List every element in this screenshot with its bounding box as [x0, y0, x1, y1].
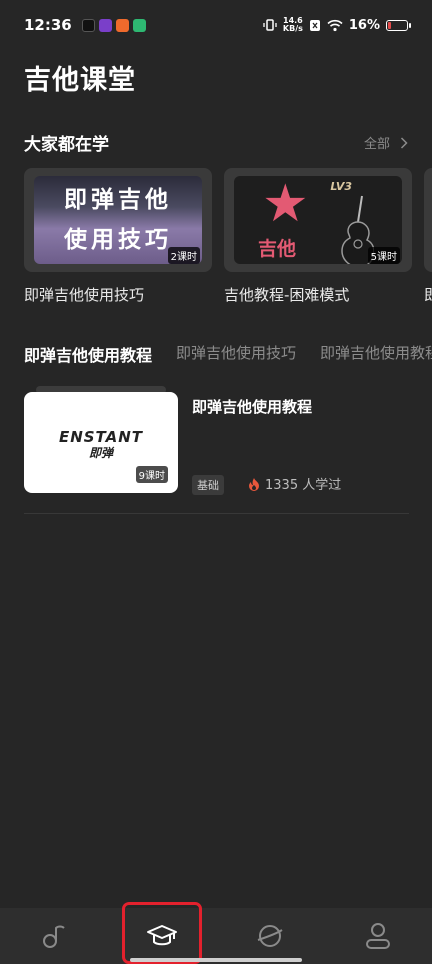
nav-discover[interactable]: [235, 908, 305, 964]
learner-count-text: 1335 人学过: [265, 478, 342, 493]
battery-icon: [386, 19, 411, 31]
level-badge: LV3: [330, 180, 352, 193]
learner-count: 1335 人学过: [248, 474, 341, 493]
chevron-right-icon: [400, 136, 408, 149]
lesson-count-badge: 2课时: [167, 247, 200, 264]
status-left: 12:36: [24, 16, 146, 34]
popular-section-header: 大家都在学 全部: [24, 130, 408, 155]
level-tag: 基础: [192, 475, 224, 495]
course-card[interactable]: ★ LV3 吉他 5课时 吉他教程-困难模式: [224, 168, 412, 308]
wifi-icon: [327, 19, 343, 31]
list-divider: [24, 513, 409, 514]
selection-highlight-box: [122, 902, 202, 964]
vibrate-icon: [263, 19, 277, 31]
music-note-icon: [43, 925, 65, 948]
tab-ensant-tutorial[interactable]: 即弹吉他使用教程: [24, 342, 152, 368]
nav-profile[interactable]: [343, 908, 413, 964]
tab-ensant-tutorial-2[interactable]: 即弹吉他使用教程: [320, 342, 432, 368]
course-card[interactable]: 即: [424, 168, 432, 308]
lesson-count-badge: 5课时: [367, 247, 400, 264]
course-title: 即弹吉他使用技巧: [24, 286, 145, 304]
profile-icon: [366, 923, 390, 949]
sim-icon: [309, 19, 320, 31]
course-list-item[interactable]: ENSTANT 即弹 9课时 即弹吉他使用教程 基础 1335 人学过: [24, 386, 408, 496]
page-title: 吉他课堂: [24, 65, 136, 96]
status-right: 14.6 KB/s 16%: [263, 17, 411, 33]
course-title: 即: [424, 286, 432, 304]
nav-music[interactable]: [19, 908, 89, 964]
battery-percent: 16%: [348, 17, 380, 33]
thumbnail-text: 吉他: [258, 238, 297, 260]
brand-logo-sub: 即弹: [88, 446, 113, 460]
star-icon: ★: [262, 176, 309, 234]
course-category-tabs: 即弹吉他使用教程 即弹吉他使用技巧 即弹吉他使用教程: [24, 342, 432, 368]
net-speed: 14.6 KB/s: [283, 17, 303, 33]
course-thumbnail: [424, 168, 432, 272]
thumbnail-text-line1: 即弹吉他: [64, 187, 172, 213]
bottom-nav: [0, 908, 432, 964]
net-speed-unit: KB/s: [282, 24, 303, 33]
lesson-count-badge: 9课时: [135, 466, 168, 483]
see-all-button[interactable]: 全部: [364, 133, 408, 152]
popular-courses-carousel[interactable]: 即弹吉他 使用技巧 2课时 即弹吉他使用技巧 ★ LV3 吉他 5课时 吉他教程…: [24, 168, 432, 308]
fire-icon: [249, 477, 259, 491]
course-thumbnail: ENSTANT 即弹 9课时: [24, 392, 178, 493]
tiktok-notification-icon: [81, 18, 95, 32]
course-thumbnail: ★ LV3 吉他 5课时: [224, 168, 412, 272]
status-time: 12:36: [24, 16, 72, 34]
home-indicator: [130, 958, 302, 962]
tab-ensant-tips[interactable]: 即弹吉他使用技巧: [176, 342, 296, 368]
guitar-icon: [341, 195, 374, 264]
course-card[interactable]: 即弹吉他 使用技巧 2课时 即弹吉他使用技巧: [24, 168, 212, 308]
app-notification-icon: [98, 18, 112, 32]
planet-icon: [257, 925, 283, 947]
notification-icons: [81, 18, 146, 32]
course-title: 吉他教程-困难模式: [224, 286, 350, 304]
chat-notification-icon: [132, 18, 146, 32]
popular-section-title: 大家都在学: [24, 135, 109, 155]
course-thumbnail: 即弹吉他 使用技巧 2课时: [24, 168, 212, 272]
shop-notification-icon: [115, 18, 129, 32]
see-all-label: 全部: [363, 137, 390, 152]
course-title: 即弹吉他使用教程: [192, 398, 313, 416]
status-bar: 12:36 14.6 KB/s 16%: [0, 0, 432, 50]
